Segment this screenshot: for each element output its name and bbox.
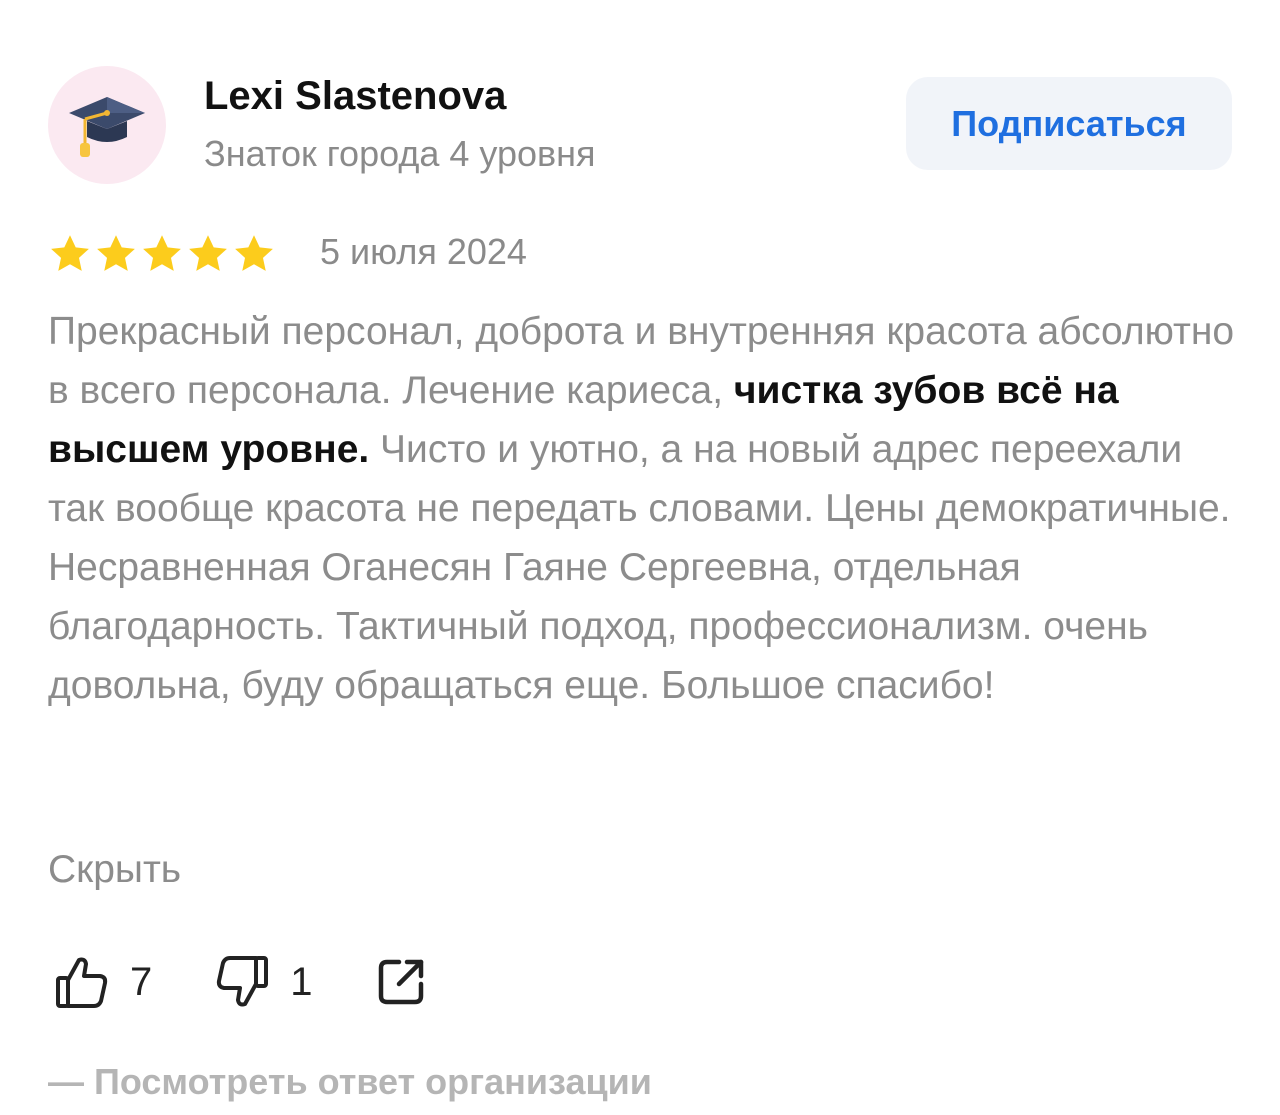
review-card: Lexi Slastenova Знаток города 4 уровня П… — [0, 0, 1280, 1115]
dislike-button[interactable]: 1 — [212, 952, 313, 1012]
view-organization-answer-link[interactable]: — Посмотреть ответ организации — [48, 1056, 652, 1108]
subscribe-button[interactable]: Подписаться — [906, 77, 1232, 170]
thumbs-down-icon — [217, 956, 269, 1007]
hide-review-link[interactable]: Скрыть — [48, 840, 181, 899]
share-button[interactable] — [375, 956, 427, 1008]
rating-stars — [48, 232, 276, 276]
thumbs-up-icon — [56, 957, 108, 1008]
star-icon — [51, 235, 89, 271]
like-count: 7 — [130, 960, 153, 1004]
star-icon — [189, 235, 227, 271]
like-button[interactable]: 7 — [52, 952, 152, 1012]
review-date: 5 июля 2024 — [320, 231, 527, 272]
graduation-cap-icon — [69, 97, 145, 157]
dislike-count: 1 — [290, 960, 313, 1004]
review-text: Прекрасный персонал, доброта и внутрення… — [48, 302, 1238, 715]
star-icon — [143, 235, 181, 271]
star-icon — [235, 235, 273, 271]
author-level: Знаток города 4 уровня — [204, 133, 596, 174]
author-avatar[interactable] — [48, 66, 166, 184]
share-icon — [378, 959, 423, 1005]
star-icon — [97, 235, 135, 271]
author-name[interactable]: Lexi Slastenova — [204, 70, 506, 122]
review-actions: 7 1 — [52, 952, 427, 1012]
